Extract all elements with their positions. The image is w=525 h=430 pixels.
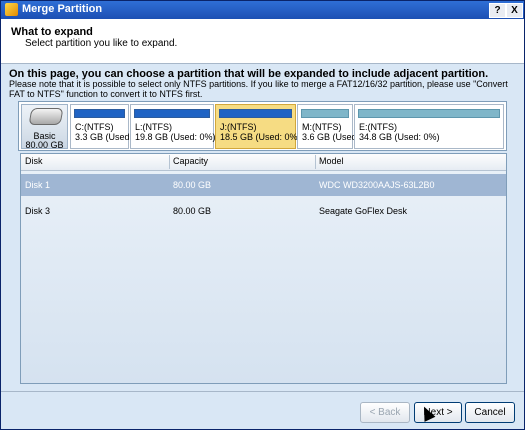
partition-c[interactable]: C:(NTFS) 3.3 GB (Used:: [70, 104, 133, 149]
partition-m-usage-bar: [301, 109, 349, 118]
header-subtitle: Select partition you like to expand.: [25, 38, 178, 49]
partition-l[interactable]: L:(NTFS) 19.8 GB (Used: 0%): [130, 104, 216, 149]
footer-divider: [1, 391, 524, 392]
cell-model: Seagate GoFlex Desk: [319, 206, 408, 216]
close-button[interactable]: X: [506, 3, 523, 18]
partition-m-name: M:(NTFS): [302, 122, 342, 132]
basic-disk-block[interactable]: Basic 80.00 GB: [21, 104, 68, 150]
partition-e-usage-bar: [358, 109, 500, 118]
app-icon: [5, 3, 18, 16]
cell-disk: Disk 1: [25, 180, 51, 190]
header-title: What to expand: [11, 26, 93, 38]
disk-size-label: 80.00 GB: [25, 140, 64, 150]
partition-c-size: 3.3 GB (Used:: [75, 132, 133, 142]
column-divider[interactable]: [169, 155, 170, 169]
table-row-disk-1[interactable]: Disk 1 80.00 GB WDC WD3200AAJS-63L2B0: [21, 174, 506, 196]
partition-l-usage-bar: [134, 109, 210, 118]
column-model[interactable]: Model: [319, 156, 344, 166]
disk-table: Disk Capacity Model Disk 1 80.00 GB WDC …: [20, 153, 507, 384]
cell-disk: Disk 3: [25, 206, 51, 216]
disk-map: Basic 80.00 GB C:(NTFS) 3.3 GB (Used: L:…: [18, 101, 507, 151]
back-button[interactable]: < Back: [360, 402, 410, 423]
partition-m-size: 3.6 GB (Used:: [302, 132, 360, 142]
column-capacity[interactable]: Capacity: [173, 156, 208, 166]
partition-c-usage-bar: [74, 109, 125, 118]
instructions-rest: Please note that it is possible to selec…: [9, 79, 508, 99]
title-bar[interactable]: Merge Partition ? X: [1, 1, 524, 19]
cancel-button[interactable]: Cancel: [465, 402, 515, 423]
wizard-header: What to expand Select partition you like…: [1, 19, 524, 64]
partition-e-name: E:(NTFS): [359, 122, 397, 132]
partition-c-name: C:(NTFS): [75, 122, 114, 132]
partition-j-size: 18.5 GB (Used: 0%): [220, 132, 301, 142]
partition-j[interactable]: J:(NTFS) 18.5 GB (Used: 0%): [215, 104, 301, 149]
cell-model: WDC WD3200AAJS-63L2B0: [319, 180, 435, 190]
instructions-text: On this page, you can choose a partition…: [9, 69, 514, 100]
partition-e-size: 34.8 GB (Used: 0%): [359, 132, 440, 142]
hard-disk-icon: [28, 108, 64, 125]
column-disk[interactable]: Disk: [25, 156, 43, 166]
help-button[interactable]: ?: [489, 3, 506, 18]
merge-partition-dialog: Merge Partition ? X What to expand Selec…: [0, 0, 525, 430]
partition-l-name: L:(NTFS): [135, 122, 172, 132]
cell-capacity: 80.00 GB: [173, 180, 212, 190]
table-row-disk-3[interactable]: Disk 3 80.00 GB Seagate GoFlex Desk: [21, 200, 506, 222]
column-divider[interactable]: [315, 155, 316, 169]
partition-e[interactable]: E:(NTFS) 34.8 GB (Used: 0%): [354, 104, 504, 149]
partition-m[interactable]: M:(NTFS) 3.6 GB (Used:: [297, 104, 359, 149]
cell-capacity: 80.00 GB: [173, 206, 212, 216]
table-header: Disk Capacity Model: [21, 154, 506, 171]
partition-j-name: J:(NTFS): [220, 122, 257, 132]
partition-l-size: 19.8 GB (Used: 0%): [135, 132, 216, 142]
window-title: Merge Partition: [22, 3, 103, 15]
partition-j-usage-bar: [219, 109, 292, 118]
